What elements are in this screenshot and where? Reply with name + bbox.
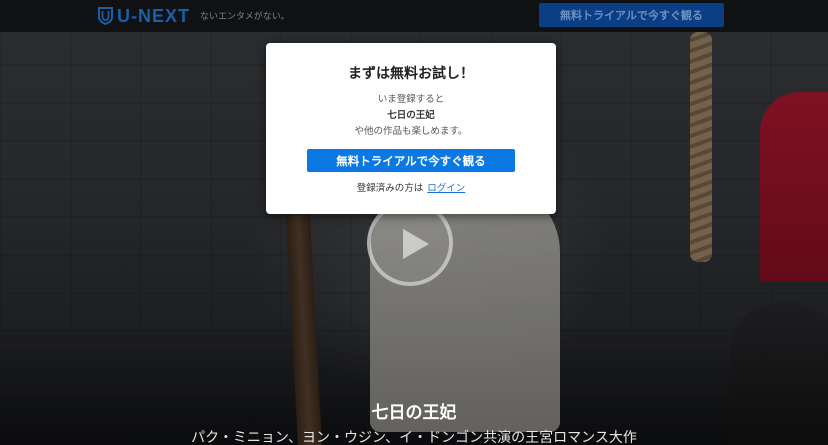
site-header: U-NEXT ないエンタメがない。 無料トライアルで今すぐ観る xyxy=(0,0,828,32)
login-link[interactable]: ログイン xyxy=(427,183,465,194)
hero-subtitle: パク・ミニョン、ヨン・ウジン、イ・ドンゴン共演の王宮ロマンス大作 xyxy=(191,430,637,445)
logo[interactable]: U-NEXT xyxy=(98,5,190,27)
shield-logo-icon xyxy=(98,7,113,25)
modal-title-name: 七日の王妃 xyxy=(387,110,435,121)
header-free-trial-button[interactable]: 無料トライアルで今すぐ観る xyxy=(539,3,724,27)
hero-title: 七日の王妃 xyxy=(371,403,457,423)
logo-text: U-NEXT xyxy=(117,5,190,26)
login-prefix-text: 登録済みの方は xyxy=(356,183,424,194)
modal-login-row: 登録済みの方は ログイン xyxy=(266,180,556,194)
tagline: ないエンタメがない。 xyxy=(200,12,290,22)
modal-free-trial-button[interactable]: 無料トライアルで今すぐ観る xyxy=(307,149,515,172)
play-icon xyxy=(403,229,429,259)
modal-title: まずは無料お試し！ xyxy=(348,66,474,82)
free-trial-modal: まずは無料お試し！ いま登録すると 七日の王妃 や他の作品も楽しめます。 無料ト… xyxy=(266,43,556,214)
modal-text-line-3: や他の作品も楽しめます。 xyxy=(354,126,468,137)
modal-text-line-1: いま登録すると xyxy=(377,94,445,105)
